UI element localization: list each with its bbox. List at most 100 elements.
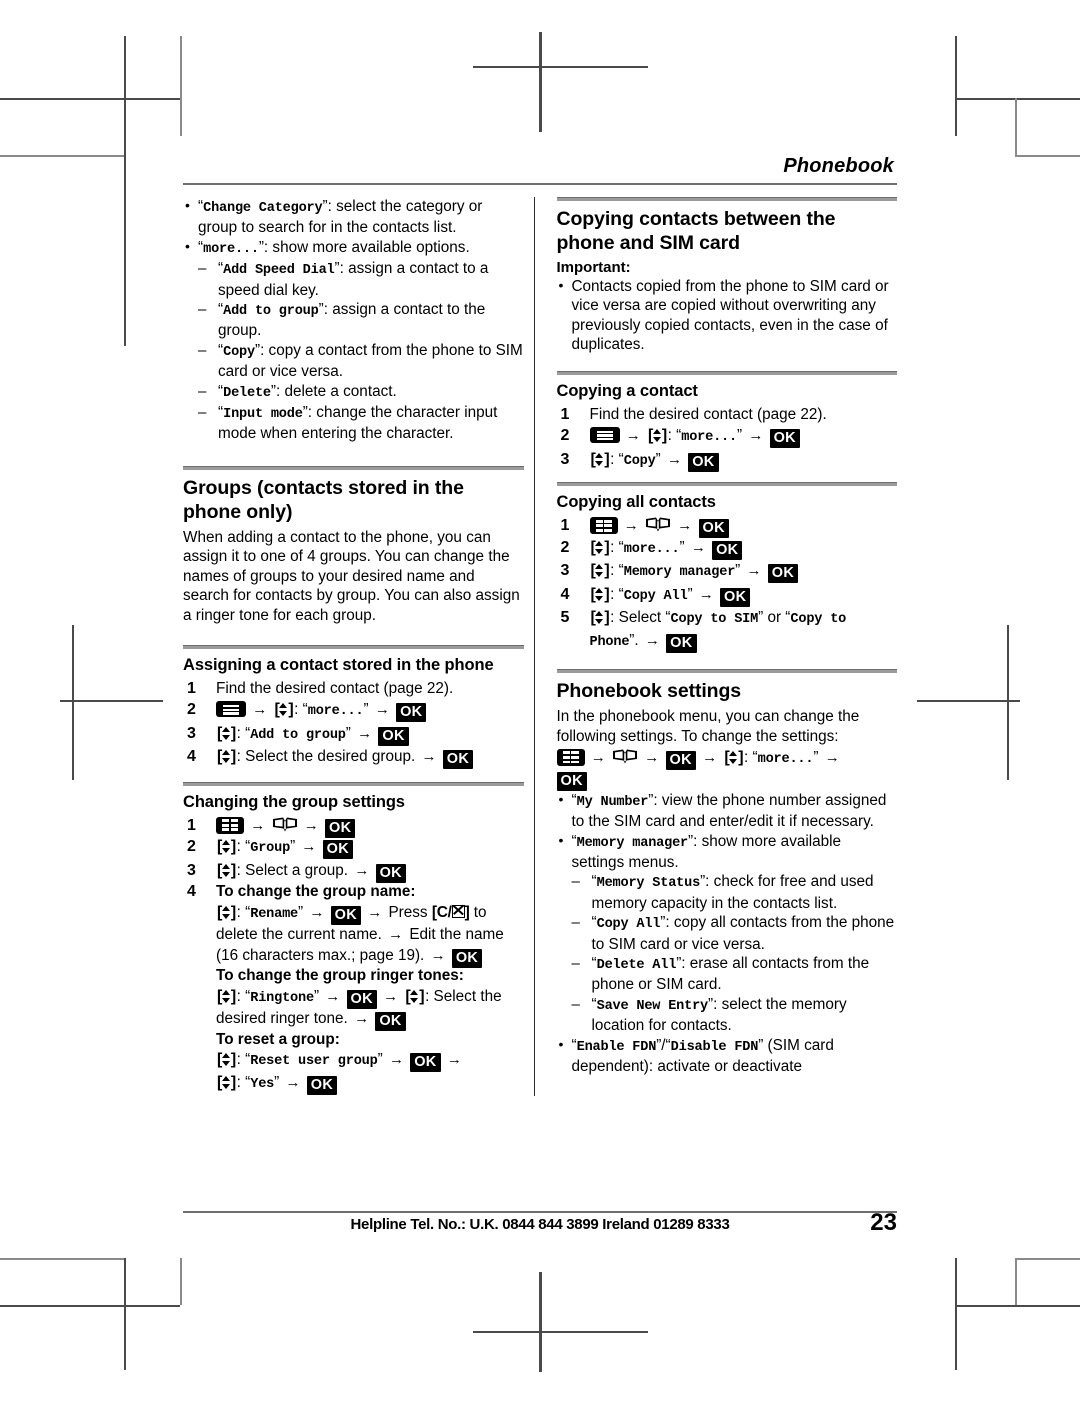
clear-key-icon[interactable]: [C/] — [432, 904, 470, 921]
list-item: “more...”: show more available options. — [183, 237, 524, 259]
option-code: Copy — [223, 344, 255, 360]
menu-bars-key-icon[interactable] — [589, 427, 620, 444]
step-code: Rename — [250, 906, 299, 922]
step-item: Find the desired contact (page 22). — [557, 405, 898, 426]
crop-mark-br-h1 — [955, 1305, 1080, 1307]
crop-mark-tl-h2 — [0, 155, 124, 157]
arrow-glyph: → — [383, 987, 399, 1005]
option-code: Disable FDN — [670, 1039, 759, 1055]
ok-key-icon[interactable]: OK — [556, 772, 587, 792]
ok-key-icon[interactable]: OK — [306, 1075, 338, 1095]
subheading-copying-a-contact: Copying a contact — [556, 381, 698, 400]
navigator-up-down-key-icon[interactable]: [] — [723, 748, 744, 767]
options-bullet-list: “Change Category”: select the category o… — [183, 196, 524, 259]
step-code: Reset user group — [250, 1054, 378, 1070]
ok-key-icon[interactable]: OK — [720, 587, 751, 607]
crop-mark-bc-v — [539, 1272, 542, 1372]
ok-key-icon[interactable]: OK — [378, 726, 409, 746]
phonebook-key-icon[interactable] — [645, 517, 671, 533]
step-item: → []: “more...” → OK — [183, 700, 524, 723]
phonebook-key-icon[interactable] — [272, 817, 298, 833]
ok-key-icon[interactable]: OK — [325, 818, 356, 838]
ok-key-icon[interactable]: OK — [442, 750, 474, 770]
main-menu-key-icon[interactable] — [589, 517, 618, 535]
option-code: Memory manager — [576, 835, 689, 851]
step-code: more... — [757, 751, 814, 767]
crop-mark-lc-h — [60, 700, 163, 702]
navigator-up-down-key-icon[interactable]: [] — [590, 585, 611, 606]
option-code: more... — [203, 241, 259, 257]
section-rule — [556, 482, 897, 487]
arrow-glyph: → — [303, 816, 319, 834]
step-title: To reset a group: — [216, 1030, 340, 1048]
navigator-up-down-key-icon[interactable]: [] — [216, 1073, 237, 1094]
arrow-glyph: → — [748, 427, 764, 445]
groups-body-text: When adding a contact to the phone, you … — [183, 528, 520, 624]
step-item: []: “Group” → OK — [183, 837, 524, 860]
navigator-up-down-key-icon[interactable]: [] — [404, 987, 425, 1008]
step-text: Press — [388, 903, 428, 921]
ok-key-icon[interactable]: OK — [375, 863, 406, 883]
navigator-up-down-key-icon[interactable]: [] — [216, 747, 237, 768]
step-item: []: Select “Copy to SIM” or “Copy to Pho… — [560, 608, 847, 653]
list-item: “Save New Entry”: select the memory loca… — [572, 995, 898, 1036]
navigator-up-down-key-icon[interactable]: [] — [274, 700, 295, 721]
navigator-up-down-key-icon[interactable]: [] — [216, 724, 237, 745]
navigator-up-down-key-icon[interactable]: [] — [590, 450, 611, 471]
step-text: Find the desired contact (page 22). — [589, 405, 827, 423]
settings-key-path: → → OK → []: “more...” → OK — [556, 748, 898, 792]
navigator-up-down-key-icon[interactable]: [] — [216, 861, 237, 882]
ok-key-icon[interactable]: OK — [410, 1053, 441, 1073]
step-text: : Select a group. — [236, 861, 349, 879]
list-item: “Memory manager”: show more available se… — [557, 831, 898, 873]
ok-key-icon[interactable]: OK — [688, 452, 719, 472]
navigator-up-down-key-icon[interactable]: [] — [590, 561, 611, 582]
ok-key-icon[interactable]: OK — [375, 1012, 406, 1032]
ok-key-icon[interactable]: OK — [451, 948, 483, 968]
arrow-glyph: → — [702, 748, 718, 766]
navigator-up-down-key-icon[interactable]: [] — [216, 987, 237, 1008]
ok-key-icon[interactable]: OK — [767, 564, 799, 584]
option-code: Change Category — [203, 201, 323, 216]
arrow-glyph: → — [388, 926, 404, 944]
arrow-glyph: → — [374, 701, 390, 719]
main-menu-key-icon[interactable] — [556, 748, 585, 766]
navigator-up-down-key-icon[interactable]: [] — [216, 837, 237, 858]
option-code: Add Speed Dial — [223, 263, 335, 279]
crop-mark-rc-v — [1007, 625, 1009, 780]
ok-key-icon[interactable]: OK — [330, 905, 361, 925]
ok-key-icon[interactable]: OK — [712, 540, 743, 560]
settings-body-text: In the phonebook menu, you can change th… — [556, 708, 860, 745]
ok-key-icon[interactable]: OK — [665, 750, 696, 770]
navigator-up-down-key-icon[interactable]: [] — [216, 1050, 237, 1071]
settings-bullet-list: “My Number”: view the phone number assig… — [557, 790, 898, 873]
ok-key-icon[interactable]: OK — [322, 840, 354, 860]
ok-key-icon[interactable]: OK — [698, 519, 729, 539]
section-heading-phonebook-settings: Phonebook settings — [556, 680, 742, 703]
arrow-glyph: → — [388, 1051, 404, 1069]
navigator-up-down-key-icon[interactable]: [] — [590, 608, 611, 629]
main-menu-key-icon[interactable] — [216, 816, 244, 834]
step-item: → []: “more...” → OK — [557, 426, 898, 449]
crop-mark-br-v1 — [955, 1258, 957, 1370]
ok-key-icon[interactable]: OK — [769, 429, 800, 449]
copying-all-steps-list: → → OK []: “more...” → OK []: “Memory ma… — [557, 516, 898, 653]
option-code: Enable FDN — [576, 1039, 657, 1055]
ok-key-icon[interactable]: OK — [666, 633, 697, 653]
menu-bars-key-icon[interactable] — [216, 701, 246, 718]
copying-contact-steps-list: Find the desired contact (page 22). → []… — [557, 405, 898, 473]
navigator-up-down-key-icon[interactable]: [] — [216, 903, 237, 924]
step-item: Find the desired contact (page 22). — [183, 679, 524, 700]
list-item: “Copy”: copy a contact from the phone to… — [198, 341, 524, 382]
navigator-up-down-key-icon[interactable]: [] — [647, 426, 668, 447]
step-title: To change the group name: — [216, 883, 416, 901]
crop-mark-tr-v2 — [1015, 98, 1017, 156]
arrow-glyph: → — [421, 748, 437, 766]
ok-key-icon[interactable]: OK — [396, 703, 427, 723]
phonebook-key-icon[interactable] — [612, 749, 638, 765]
arrow-glyph: → — [625, 427, 641, 445]
navigator-up-down-key-icon[interactable]: [] — [590, 538, 611, 559]
ok-key-icon[interactable]: OK — [346, 989, 377, 1009]
crop-mark-lc-v — [72, 625, 74, 780]
clear-key-label: C/ — [436, 903, 452, 921]
